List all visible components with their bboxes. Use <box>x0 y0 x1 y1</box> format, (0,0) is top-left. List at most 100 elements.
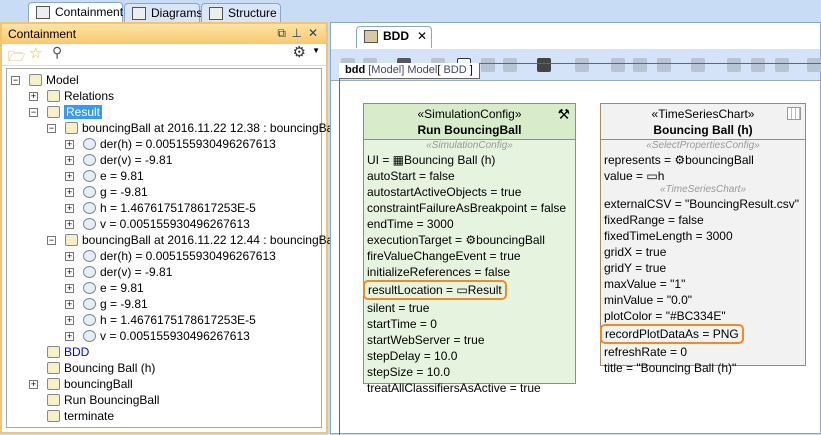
tab-containment[interactable]: Containment <box>28 2 123 23</box>
tree-item[interactable]: + v = 0.005155930496267613 <box>65 216 250 232</box>
property[interactable]: endTime = 3000 <box>364 216 575 232</box>
property[interactable]: autoStart = false <box>364 168 575 184</box>
property-text: title = "Bouncing Ball (h)" <box>604 361 737 375</box>
instance-icon <box>65 234 78 246</box>
property[interactable]: stepSize = 10.0 <box>364 364 575 380</box>
tree-item-label: der(v) = -9.81 <box>100 153 173 167</box>
tree-item[interactable]: + v = 0.005155930496267613 <box>65 328 250 344</box>
tree-item[interactable]: + der(h) = 0.005155930496267613 <box>65 136 276 152</box>
open-folder-icon[interactable]: 🗁 <box>8 46 25 70</box>
tree-item[interactable]: + Relations <box>29 88 114 104</box>
expand-icon[interactable]: + <box>29 92 38 101</box>
property[interactable]: maxValue = "1" <box>601 276 805 292</box>
expand-icon[interactable]: + <box>65 188 74 197</box>
expand-icon[interactable]: + <box>65 172 74 181</box>
time-series-chart-icon <box>787 107 801 120</box>
property-text: autoStart = false <box>367 169 455 183</box>
tree-item[interactable]: terminate <box>29 408 114 424</box>
tree-item[interactable]: + bouncingBall <box>29 376 133 392</box>
property[interactable]: startTime = 0 <box>364 316 575 332</box>
close-icon[interactable]: ✕ <box>308 26 318 40</box>
tree-item[interactable]: + e = 9.81 <box>65 168 144 184</box>
tab-label: Structure <box>228 6 277 20</box>
block-bouncing-ball-chart[interactable]: «TimeSeriesChart» Bouncing Ball (h) «Sele… <box>600 103 806 375</box>
expand-icon[interactable]: + <box>65 316 74 325</box>
property[interactable]: represents = ⚙bouncingBall <box>601 152 805 168</box>
property[interactable]: title = "Bouncing Ball (h)" <box>601 360 805 376</box>
collapse-icon[interactable]: − <box>11 76 20 85</box>
property[interactable]: autostartActiveObjects = true <box>364 184 575 200</box>
expand-icon[interactable]: + <box>65 252 74 261</box>
search-icon[interactable]: ⚲ <box>52 44 62 61</box>
expand-icon[interactable]: + <box>65 140 74 149</box>
tree-item[interactable]: + g = -9.81 <box>65 296 148 312</box>
expand-icon[interactable]: + <box>65 204 74 213</box>
tree-item[interactable]: Run BouncingBall <box>29 392 159 408</box>
property[interactable]: stepDelay = 10.0 <box>364 348 575 364</box>
chevron-down-icon[interactable]: ▼ <box>312 46 320 55</box>
expand-icon[interactable]: + <box>65 300 74 309</box>
property[interactable]: initializeReferences = false <box>364 264 575 280</box>
property[interactable]: minValue = "0.0" <box>601 292 805 308</box>
tree-item[interactable]: − bouncingBall at 2016.11.22 12.44 : boun… <box>47 232 339 248</box>
collapse-icon[interactable]: − <box>29 108 38 117</box>
tree-item[interactable]: − Result <box>29 104 103 120</box>
close-icon[interactable]: ✕ <box>417 29 427 43</box>
property[interactable]: fixedTimeLength = 3000 <box>601 228 805 244</box>
property[interactable]: resultLocation = ▭Result <box>363 280 575 300</box>
expand-icon[interactable]: + <box>65 332 74 341</box>
property[interactable]: refreshRate = 0 <box>601 344 805 360</box>
tree-item[interactable]: + h = 1.4676175178617253E-5 <box>65 200 256 216</box>
property[interactable]: recordPlotDataAs = PNG <box>600 324 805 344</box>
tree-item-label: Bouncing Ball (h) <box>64 361 156 375</box>
property[interactable]: fireValueChangeEvent = true <box>364 248 575 264</box>
property[interactable]: executionTarget = ⚙bouncingBall <box>364 232 575 248</box>
tree-item[interactable]: BDD <box>29 344 89 360</box>
property-text: fixedTimeLength = 3000 <box>604 229 733 243</box>
expand-icon[interactable]: + <box>65 220 74 229</box>
properties-list: represents = ⚙bouncingBall value = ▭h <box>601 152 805 184</box>
star-icon[interactable]: ☆ <box>29 44 42 62</box>
tab-bdd[interactable]: BDD ✕ <box>356 26 432 48</box>
property[interactable]: value = ▭h <box>601 168 805 184</box>
property[interactable]: gridX = true <box>601 244 805 260</box>
property[interactable]: silent = true <box>364 300 575 316</box>
expand-icon[interactable]: + <box>65 284 74 293</box>
tree-item[interactable]: − bouncingBall at 2016.11.22 12.38 : boun… <box>47 120 339 136</box>
property[interactable]: constraintFailureAsBreakpoint = false <box>364 200 575 216</box>
tree-item-label: bouncingBall at 2016.11.22 12.38 : bounc… <box>82 121 339 135</box>
property[interactable]: fixedRange = false <box>601 212 805 228</box>
structure-icon <box>209 7 223 20</box>
property[interactable]: externalCSV = "BouncingResult.csv" <box>601 196 805 212</box>
tree-item[interactable]: + g = -9.81 <box>65 184 148 200</box>
tab-label: Containment <box>55 5 124 19</box>
expand-icon[interactable]: + <box>65 268 74 277</box>
block-run-bouncingball[interactable]: «SimulationConfig» Run BouncingBall ⚒ «Si… <box>363 103 576 395</box>
tree-item[interactable]: + der(h) = 0.005155930496267613 <box>65 248 276 264</box>
expand-icon[interactable]: + <box>65 156 74 165</box>
tree-item[interactable]: + der(v) = -9.81 <box>65 152 172 168</box>
property[interactable]: treatAllClassifiersAsActive = true <box>364 380 575 396</box>
pin-icon[interactable]: ⊥ <box>292 26 302 40</box>
property[interactable]: startWebServer = true <box>364 332 575 348</box>
tree-item[interactable]: + der(v) = -9.81 <box>65 264 172 280</box>
collapse-icon[interactable]: − <box>47 124 56 133</box>
tree-item[interactable]: Bouncing Ball (h) <box>29 360 155 376</box>
float-icon[interactable]: ⧉ <box>277 26 286 41</box>
expand-icon[interactable]: + <box>29 380 38 389</box>
tree-item-label: bouncingBall at 2016.11.22 12.44 : bounc… <box>82 233 339 247</box>
property[interactable]: UI = ▦Bouncing Ball (h) <box>364 152 575 168</box>
collapse-icon[interactable]: − <box>47 236 56 245</box>
tab-diagrams[interactable]: Diagrams <box>124 3 202 23</box>
property-text: fixedRange = false <box>604 213 704 227</box>
gear-icon[interactable]: ⚙ <box>293 43 306 61</box>
property[interactable]: gridY = true <box>601 260 805 276</box>
tree-item[interactable]: + e = 9.81 <box>65 280 144 296</box>
tree-item[interactable]: − Model <box>11 72 79 88</box>
tree-item-label: BDD <box>64 345 90 359</box>
panel-header: Containment ✕ ⊥ ⧉ <box>2 24 326 44</box>
tab-label: BDD <box>383 29 409 43</box>
property[interactable]: plotColor = "#BC334E" <box>601 308 805 324</box>
tree-item[interactable]: + h = 1.4676175178617253E-5 <box>65 312 256 328</box>
tab-structure[interactable]: Structure <box>201 3 281 23</box>
